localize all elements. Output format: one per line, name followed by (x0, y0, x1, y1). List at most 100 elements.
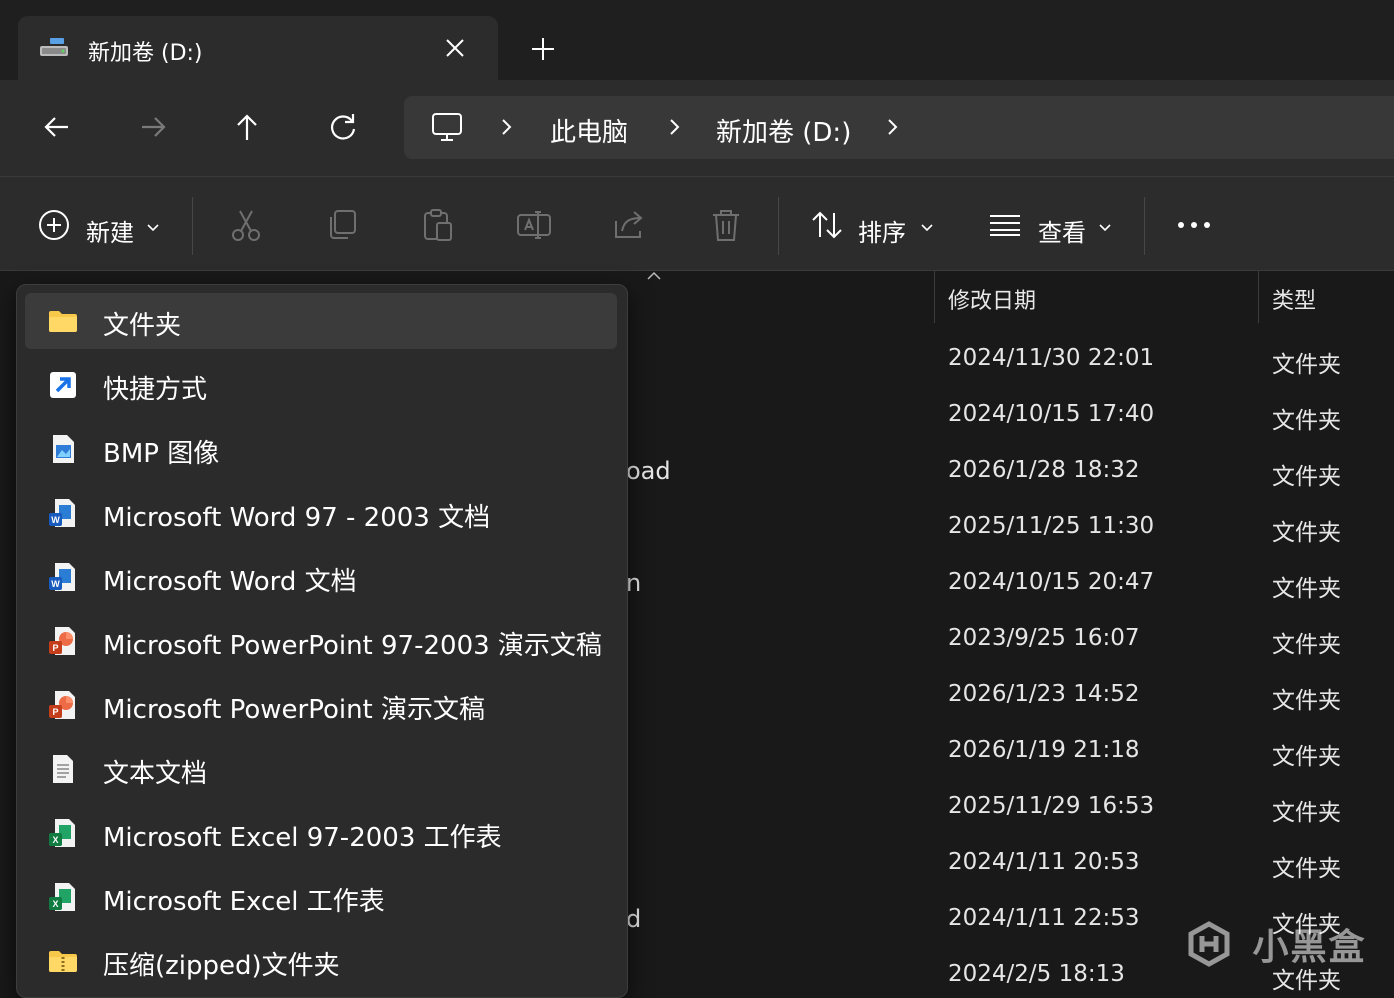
file-date: 2024/10/15 17:40 (948, 401, 1155, 427)
file-date: 2026/1/19 21:18 (948, 737, 1140, 763)
menu-item-label: 快捷方式 (103, 375, 208, 405)
navigation-bar: 此电脑 新加卷 (D:) (0, 80, 1394, 176)
view-button[interactable]: 查看 (980, 195, 1130, 255)
copy-icon[interactable] (324, 207, 360, 243)
new-tab-icon[interactable] (528, 34, 558, 64)
new-item-menu: 文件夹 快捷方式 BMP 图像 W Microsoft Word 97 - 20… (16, 284, 628, 998)
up-arrow-icon[interactable] (230, 110, 264, 144)
menu-item-bmp-image[interactable]: BMP 图像 (25, 421, 617, 477)
file-name-fragment[interactable]: d (626, 905, 641, 933)
file-date: 2024/1/11 22:53 (948, 905, 1140, 931)
more-options-icon[interactable] (1176, 217, 1212, 233)
toolbar-divider (1144, 197, 1145, 255)
menu-item-label: Microsoft Excel 97-2003 工作表 (103, 823, 502, 853)
breadcrumb-drive-d[interactable]: 新加卷 (D:) (716, 112, 851, 149)
file-type: 文件夹 (1272, 688, 1341, 714)
add-circle-icon (38, 209, 70, 241)
folder-icon (47, 305, 79, 337)
file-type: 文件夹 (1272, 632, 1341, 658)
new-button-label: 新建 (86, 219, 134, 247)
menu-item-label: 文件夹 (103, 311, 182, 341)
forward-arrow-icon[interactable] (136, 110, 170, 144)
menu-item-label: 压缩(zipped)文件夹 (103, 951, 340, 981)
address-bar[interactable]: 此电脑 新加卷 (D:) (404, 96, 1394, 159)
rename-icon[interactable] (516, 207, 552, 243)
back-arrow-icon[interactable] (40, 110, 74, 144)
menu-item-excel[interactable]: X Microsoft Excel 工作表 (25, 869, 617, 925)
file-date: 2024/11/30 22:01 (948, 345, 1155, 371)
delete-icon[interactable] (708, 207, 744, 243)
file-name-fragment[interactable]: oad (626, 457, 671, 485)
file-type: 文件夹 (1272, 800, 1341, 826)
excel-icon: X (47, 817, 79, 849)
menu-item-word[interactable]: W Microsoft Word 文档 (25, 549, 617, 605)
title-bar: 新加卷 (D:) (0, 0, 1394, 80)
close-icon[interactable] (442, 35, 468, 61)
file-type: 文件夹 (1272, 856, 1341, 882)
file-type: 文件夹 (1272, 464, 1341, 490)
menu-item-label: Microsoft Word 文档 (103, 567, 357, 597)
drive-icon (38, 34, 72, 62)
list-view-icon (988, 213, 1022, 237)
watermark-logo-icon (1186, 921, 1232, 967)
new-button[interactable]: 新建 (30, 195, 170, 255)
menu-item-powerpoint-97-2003[interactable]: P Microsoft PowerPoint 97-2003 演示文稿 (25, 613, 617, 669)
refresh-icon[interactable] (326, 110, 360, 144)
file-type: 文件夹 (1272, 408, 1341, 434)
word-doc-icon: W (47, 497, 79, 529)
menu-item-folder[interactable]: 文件夹 (25, 293, 617, 349)
share-icon[interactable] (612, 207, 648, 243)
tab-title: 新加卷 (D:) (88, 41, 203, 66)
tab-drive-d[interactable]: 新加卷 (D:) (18, 16, 498, 80)
chevron-right-icon[interactable] (882, 117, 902, 137)
chevron-right-icon[interactable] (664, 117, 684, 137)
svg-text:X: X (52, 835, 58, 845)
file-date: 2026/1/28 18:32 (948, 457, 1140, 483)
column-header-date[interactable]: 修改日期 (948, 283, 1036, 315)
column-divider[interactable] (1258, 271, 1259, 323)
menu-item-label: BMP 图像 (103, 439, 220, 469)
menu-item-label: Microsoft Word 97 - 2003 文档 (103, 503, 491, 533)
sort-label: 排序 (858, 219, 906, 247)
menu-item-word-97-2003[interactable]: W Microsoft Word 97 - 2003 文档 (25, 485, 617, 541)
file-date: 2025/11/29 16:53 (948, 793, 1155, 819)
svg-text:W: W (51, 515, 60, 525)
file-type: 文件夹 (1272, 744, 1341, 770)
file-type: 文件夹 (1272, 352, 1341, 378)
menu-item-shortcut[interactable]: 快捷方式 (25, 357, 617, 413)
chevron-down-icon (146, 221, 160, 235)
sort-arrows-icon (810, 209, 844, 241)
powerpoint-icon: P (47, 625, 79, 657)
computer-icon[interactable] (430, 110, 464, 144)
chevron-up-icon[interactable] (646, 271, 662, 281)
file-date: 2024/1/11 20:53 (948, 849, 1140, 875)
command-bar: 新建 排序 查看 (0, 176, 1394, 271)
view-label: 查看 (1038, 219, 1086, 247)
file-name-fragment[interactable]: n (626, 569, 641, 597)
menu-item-label: Microsoft PowerPoint 97-2003 演示文稿 (103, 631, 602, 661)
chevron-right-icon[interactable] (496, 117, 516, 137)
column-header-type[interactable]: 类型 (1272, 283, 1316, 315)
paste-icon[interactable] (420, 207, 456, 243)
text-doc-icon (47, 753, 79, 785)
watermark-text: 小黑盒 (1252, 927, 1367, 968)
file-date: 2025/11/25 11:30 (948, 513, 1155, 539)
column-divider[interactable] (934, 271, 935, 323)
menu-item-excel-97-2003[interactable]: X Microsoft Excel 97-2003 工作表 (25, 805, 617, 861)
svg-text:P: P (52, 643, 58, 653)
powerpoint-icon: P (47, 689, 79, 721)
cut-icon[interactable] (228, 207, 264, 243)
file-date: 2024/2/5 18:13 (948, 961, 1125, 987)
sort-button[interactable]: 排序 (800, 195, 950, 255)
file-date: 2024/10/15 20:47 (948, 569, 1155, 595)
svg-text:W: W (51, 579, 60, 589)
toolbar-divider (778, 197, 779, 255)
bmp-image-icon (47, 433, 79, 465)
menu-item-powerpoint[interactable]: P Microsoft PowerPoint 演示文稿 (25, 677, 617, 733)
toolbar-divider (192, 197, 193, 255)
menu-item-zip-folder[interactable]: 压缩(zipped)文件夹 (25, 933, 617, 989)
menu-item-text-doc[interactable]: 文本文档 (25, 741, 617, 797)
excel-icon: X (47, 881, 79, 913)
svg-text:X: X (52, 899, 58, 909)
breadcrumb-this-pc[interactable]: 此电脑 (550, 112, 628, 149)
